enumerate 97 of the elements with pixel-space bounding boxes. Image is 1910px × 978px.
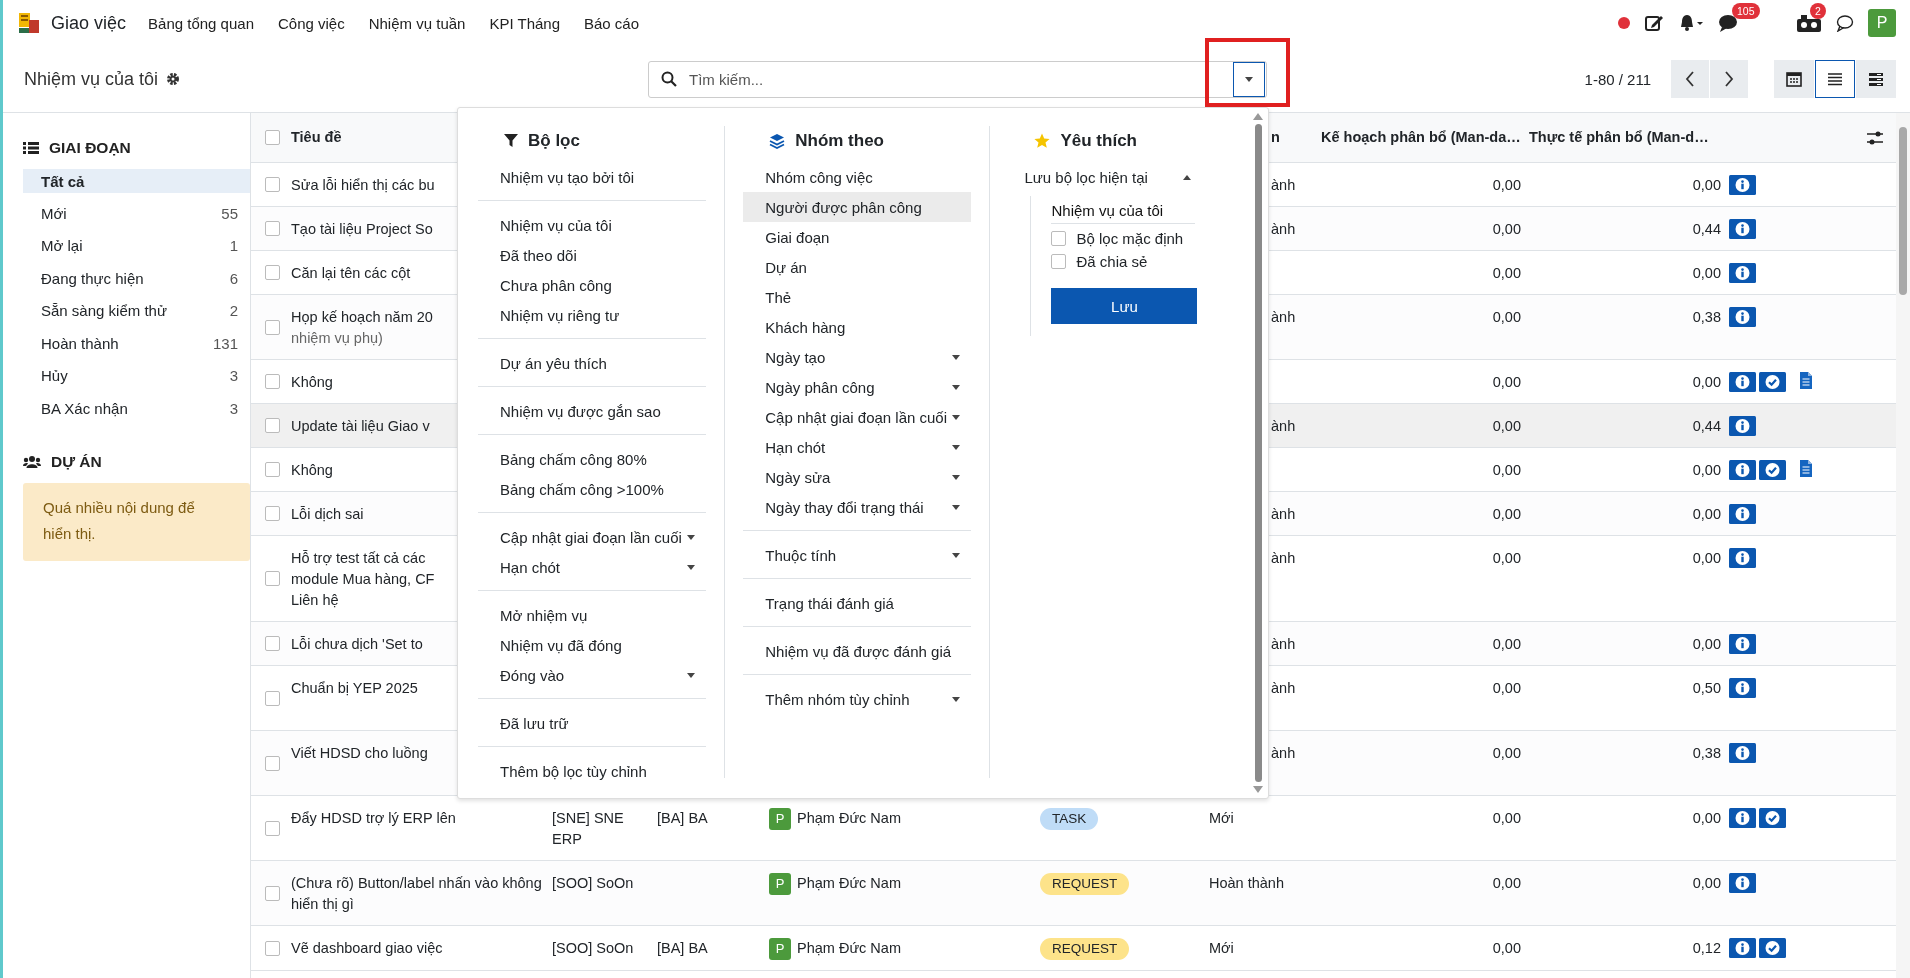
stage-label: Mới (1209, 939, 1234, 959)
task-subtitle: nhiệm vụ phụ) (291, 329, 383, 349)
item-label: Hoàn thành (41, 334, 119, 352)
item-label: Mới (41, 204, 67, 222)
section-title: Bộ lọc (528, 131, 580, 151)
planned-value: 0,00 (1492, 744, 1521, 764)
task-title: Vẽ dashboard giao việc (291, 939, 443, 959)
planned-value: 0,00 (1492, 635, 1521, 655)
item-count: 131 (212, 334, 238, 352)
actual-value: 0,12 (1692, 939, 1721, 959)
item-label: Sẵn sàng kiểm thử (41, 302, 167, 320)
stage-label: ành (1271, 176, 1296, 195)
stage-label: ành (1271, 417, 1296, 437)
item-count: 6 (229, 269, 238, 287)
task-title: Lỗi chưa dịch 'Set to (291, 635, 423, 655)
item-count: 55 (221, 204, 238, 222)
task-title: Sửa lỗi hiển thị các bu (291, 176, 435, 195)
stage-label: ành (1271, 744, 1296, 764)
assignee-name: Phạm Đức Nam (797, 874, 901, 894)
planned-value: 0,00 (1492, 679, 1521, 699)
assignee-name: Phạm Đức Nam (797, 939, 901, 959)
actual-value: 0,44 (1692, 417, 1721, 437)
planned-value: 0,00 (1492, 308, 1521, 328)
actual-value: 0,00 (1692, 373, 1721, 393)
task-title: Hỗ trợ test tất cả các module Mua hàng, CF Liên hệ (291, 549, 435, 611)
page-title: Nhiệm vụ của tôi (24, 68, 159, 90)
item-count: 3 (229, 399, 238, 417)
task-title: Không (291, 461, 333, 481)
planned-value: 0,00 (1492, 220, 1521, 239)
task-title: Không (291, 373, 333, 393)
item-label: Đang thực hiện (41, 269, 144, 287)
actual-value: 0,44 (1692, 220, 1721, 239)
planned-value: 0,00 (1492, 549, 1521, 569)
section-title: DỰ ÁN (51, 452, 102, 471)
planned-value: 0,00 (1492, 939, 1521, 959)
notification-badge: 105 (1732, 3, 1760, 19)
type-badge: REQUEST (1040, 873, 1130, 895)
planned-value: 0,00 (1492, 417, 1521, 437)
item-label: Tất cả (41, 172, 85, 190)
actual-value: 0,00 (1692, 635, 1721, 655)
item-label: Hủy (41, 367, 68, 385)
stage-label: ành (1271, 679, 1296, 699)
planned-value: 0,00 (1492, 809, 1521, 829)
section-title: GIAI ĐOẠN (49, 139, 131, 157)
stage-label: ành (1271, 505, 1296, 525)
stage-label: Mới (1209, 809, 1234, 829)
tag-label: [BA] BA (657, 809, 708, 829)
item-label: Mở lại (41, 237, 83, 255)
task-title: Đẩy HDSD trợ lý ERP lên (291, 809, 456, 829)
task-title: Tạo tài liệu Project So (291, 220, 433, 239)
task-title: Update tài liệu Giao v (291, 417, 430, 437)
actual-value: 0,00 (1692, 176, 1721, 195)
warning-message: Quá nhiều nội dung để hiển thị. (23, 482, 250, 561)
actual-value: 0,00 (1692, 461, 1721, 481)
user-avatar: P (769, 808, 791, 831)
planned-value: 0,00 (1492, 264, 1521, 284)
user-avatar: P (769, 938, 791, 961)
project-name: [SNE] SNE ERP (552, 809, 625, 850)
actual-value: 0,00 (1692, 549, 1721, 569)
stage-label: ành (1271, 635, 1296, 655)
actual-value: 0,00 (1692, 264, 1721, 284)
section-title: Nhóm theo (795, 131, 884, 151)
tag-label: [BA] BA (657, 939, 708, 959)
planned-value: 0,00 (1492, 373, 1521, 393)
task-title: (Chưa rõ) Button/label nhấn vào không hiển thị gì (291, 874, 543, 915)
assignee-name: Phạm Đức Nam (797, 809, 901, 829)
item-count: 3 (229, 367, 238, 385)
notification-badge: 2 (1810, 3, 1826, 19)
actual-value: 0,00 (1692, 505, 1721, 525)
actual-value: 0,00 (1692, 809, 1721, 829)
task-title: Chuẩn bị YEP 2025 (291, 679, 418, 699)
project-name: [SOO] SoOn (552, 939, 634, 959)
planned-value: 0,00 (1492, 461, 1521, 481)
type-badge: REQUEST (1040, 938, 1130, 960)
task-title: Họp kế hoạch năm 20 (291, 308, 433, 328)
actual-value: 0,38 (1692, 744, 1721, 764)
stage-label: Hoàn thành (1209, 874, 1284, 894)
section-title: Yêu thích (1060, 131, 1137, 151)
actual-value: 0,50 (1692, 679, 1721, 699)
actual-value: 0,38 (1692, 308, 1721, 328)
user-avatar: P (769, 873, 791, 896)
stage-label: ành (1271, 308, 1296, 328)
pager-value: 1-80 / 211 (1584, 70, 1651, 88)
planned-value: 0,00 (1492, 505, 1521, 525)
item-count: 2 (229, 302, 238, 320)
item-label: BA Xác nhận (41, 399, 128, 417)
task-title: Lỗi dịch sai (291, 505, 364, 525)
planned-value: 0,00 (1492, 874, 1521, 894)
task-title: Viết HDSD cho luồng (291, 744, 428, 764)
task-title: Căn lại tên các cột (291, 264, 411, 284)
item-count: 1 (229, 237, 238, 255)
project-name: [SOO] SoOn (552, 874, 634, 894)
stage-label: ành (1271, 220, 1296, 239)
actual-value: 0,00 (1692, 874, 1721, 894)
stage-label: ành (1271, 549, 1296, 569)
type-badge: TASK (1040, 808, 1099, 830)
planned-value: 0,00 (1492, 176, 1521, 195)
